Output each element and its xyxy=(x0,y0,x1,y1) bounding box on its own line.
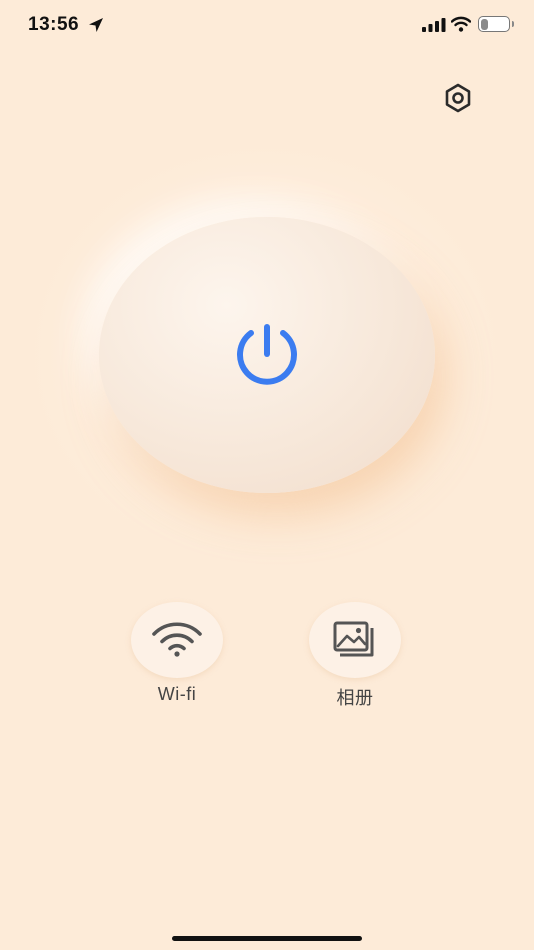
battery-level: 26 xyxy=(487,17,501,29)
wifi-label: Wi-fi xyxy=(157,684,197,704)
gear-icon xyxy=(445,83,471,113)
settings-button[interactable] xyxy=(440,80,476,116)
battery-tip xyxy=(511,21,514,27)
album-button[interactable] xyxy=(309,602,401,678)
home-indicator[interactable] xyxy=(172,936,362,941)
wifi-action[interactable]: Wi-fi xyxy=(131,602,223,705)
status-bar: 13:56 26 xyxy=(0,0,534,52)
album-label: 相册 xyxy=(336,688,374,708)
wifi-icon xyxy=(152,622,202,657)
album-action[interactable]: 相册 xyxy=(309,602,401,710)
cellular-signal-icon xyxy=(422,18,446,32)
photo-album-icon xyxy=(333,621,374,657)
wifi-button[interactable] xyxy=(131,602,223,678)
power-icon[interactable] xyxy=(231,322,303,386)
location-arrow-icon xyxy=(89,18,103,32)
wifi-status-icon xyxy=(451,16,471,32)
battery-icon: 26 xyxy=(478,16,514,32)
status-time: 13:56 xyxy=(28,14,80,35)
